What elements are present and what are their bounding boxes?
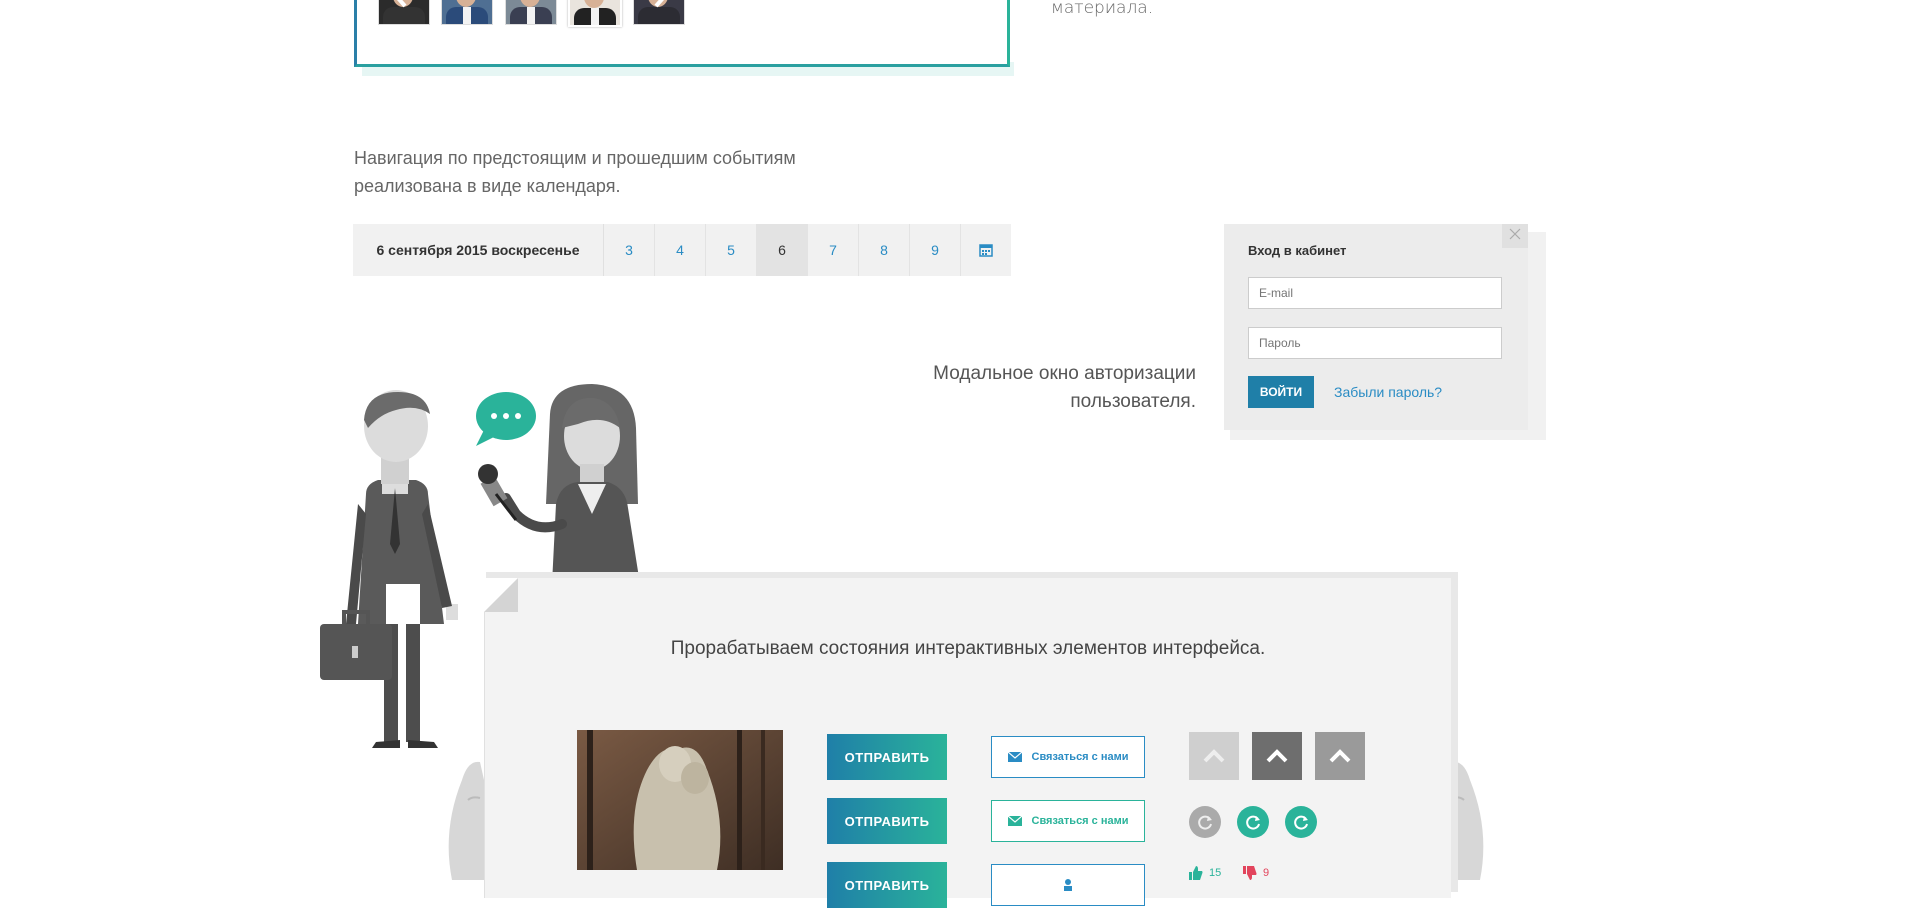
refresh-button-active[interactable] <box>1285 806 1317 838</box>
thumbs-down-icon <box>1243 866 1257 880</box>
states-card: Прорабатываем состояния интерактивных эл… <box>484 578 1451 908</box>
refresh-icon <box>1198 815 1212 830</box>
contact-us-label: Связаться с нами <box>1031 815 1129 827</box>
events-paragraph-line: реализована в виде календаря. <box>354 176 621 196</box>
calendar-day[interactable]: 3 <box>604 224 655 276</box>
chevron-up-icon <box>1266 749 1288 763</box>
password-field[interactable] <box>1248 327 1502 359</box>
contact-us-label: Связаться с нами <box>1031 751 1129 763</box>
forgot-password-link[interactable]: Забыли пароль? <box>1334 384 1442 400</box>
refresh-button[interactable] <box>1189 806 1221 838</box>
calendar-current-date: 6 сентября 2015 воскресенье <box>353 224 604 276</box>
login-caption-line: пользователя. <box>1070 391 1196 412</box>
calendar-day[interactable]: 7 <box>808 224 859 276</box>
chevron-right-icon <box>654 0 665 8</box>
contact-us-button[interactable]: Связаться с нами <box>991 736 1145 778</box>
calendar-day[interactable]: 8 <box>859 224 910 276</box>
scroll-up-button-hover[interactable] <box>1252 732 1302 780</box>
chevron-up-icon <box>1329 749 1351 763</box>
close-icon <box>1509 228 1521 240</box>
envelope-icon <box>1007 752 1022 762</box>
login-modal: Вход в кабинет ВОЙТИ Забыли пароль? <box>1224 224 1528 430</box>
gallery-thumb[interactable] <box>441 0 493 25</box>
vote-up-count: 15 <box>1209 867 1222 879</box>
calendar-day[interactable]: 4 <box>655 224 706 276</box>
events-paragraph: Навигация по предстоящим и прошедшим соб… <box>354 144 796 200</box>
send-button-hover[interactable]: ОТПРАВИТЬ <box>827 798 947 844</box>
refresh-icon <box>1294 815 1308 830</box>
refresh-icon <box>1246 815 1260 830</box>
calendar-day-active[interactable]: 6 <box>757 224 808 276</box>
refresh-button-hover[interactable] <box>1237 806 1269 838</box>
login-caption: Модальное окно авторизации пользователя. <box>880 360 1196 416</box>
email-field[interactable] <box>1248 277 1502 309</box>
states-card-title: Прорабатываем состояния интерактивных эл… <box>670 638 1266 659</box>
login-submit-button[interactable]: ВОЙТИ <box>1248 376 1314 408</box>
third-outline-button[interactable] <box>991 864 1145 906</box>
calendar-day[interactable]: 9 <box>910 224 961 276</box>
vote-up[interactable]: 15 <box>1189 866 1221 880</box>
gallery-thumb-active[interactable] <box>568 0 622 27</box>
contact-us-button-hover[interactable]: Связаться с нами <box>991 800 1145 842</box>
calendar-icon <box>979 244 993 257</box>
calendar-day[interactable]: 5 <box>706 224 757 276</box>
states-card-folded-corner <box>484 578 518 612</box>
gallery-side-text: материала. <box>1051 0 1154 18</box>
events-paragraph-line: Навигация по предстоящим и прошедшим соб… <box>354 148 796 168</box>
login-caption-line: Модальное окно авторизации <box>933 363 1196 384</box>
chevron-left-icon <box>396 0 407 8</box>
gallery-prev-button[interactable] <box>393 0 409 14</box>
send-button-active[interactable]: ОТПРАВИТЬ <box>827 862 947 908</box>
events-calendar: 6 сентября 2015 воскресенье 3 4 5 6 7 8 … <box>353 224 1011 276</box>
gallery-thumb[interactable] <box>505 0 557 25</box>
gallery-frame <box>354 0 1010 67</box>
gallery-next-button[interactable] <box>652 0 668 14</box>
vote-down[interactable]: 9 <box>1243 866 1269 880</box>
chevron-up-icon <box>1203 749 1225 763</box>
login-modal-title: Вход в кабинет <box>1248 243 1347 258</box>
scroll-up-button-active[interactable] <box>1315 732 1365 780</box>
send-button[interactable]: ОТПРАВИТЬ <box>827 734 947 780</box>
statue-photo[interactable] <box>577 730 783 870</box>
login-close-button[interactable] <box>1502 224 1528 248</box>
envelope-icon <box>1007 816 1022 826</box>
vote-down-count: 9 <box>1263 867 1270 879</box>
scroll-up-button[interactable] <box>1189 732 1239 780</box>
calendar-open-button[interactable] <box>961 224 1011 276</box>
thumbs-up-icon <box>1189 866 1203 880</box>
person-icon <box>1064 879 1072 891</box>
